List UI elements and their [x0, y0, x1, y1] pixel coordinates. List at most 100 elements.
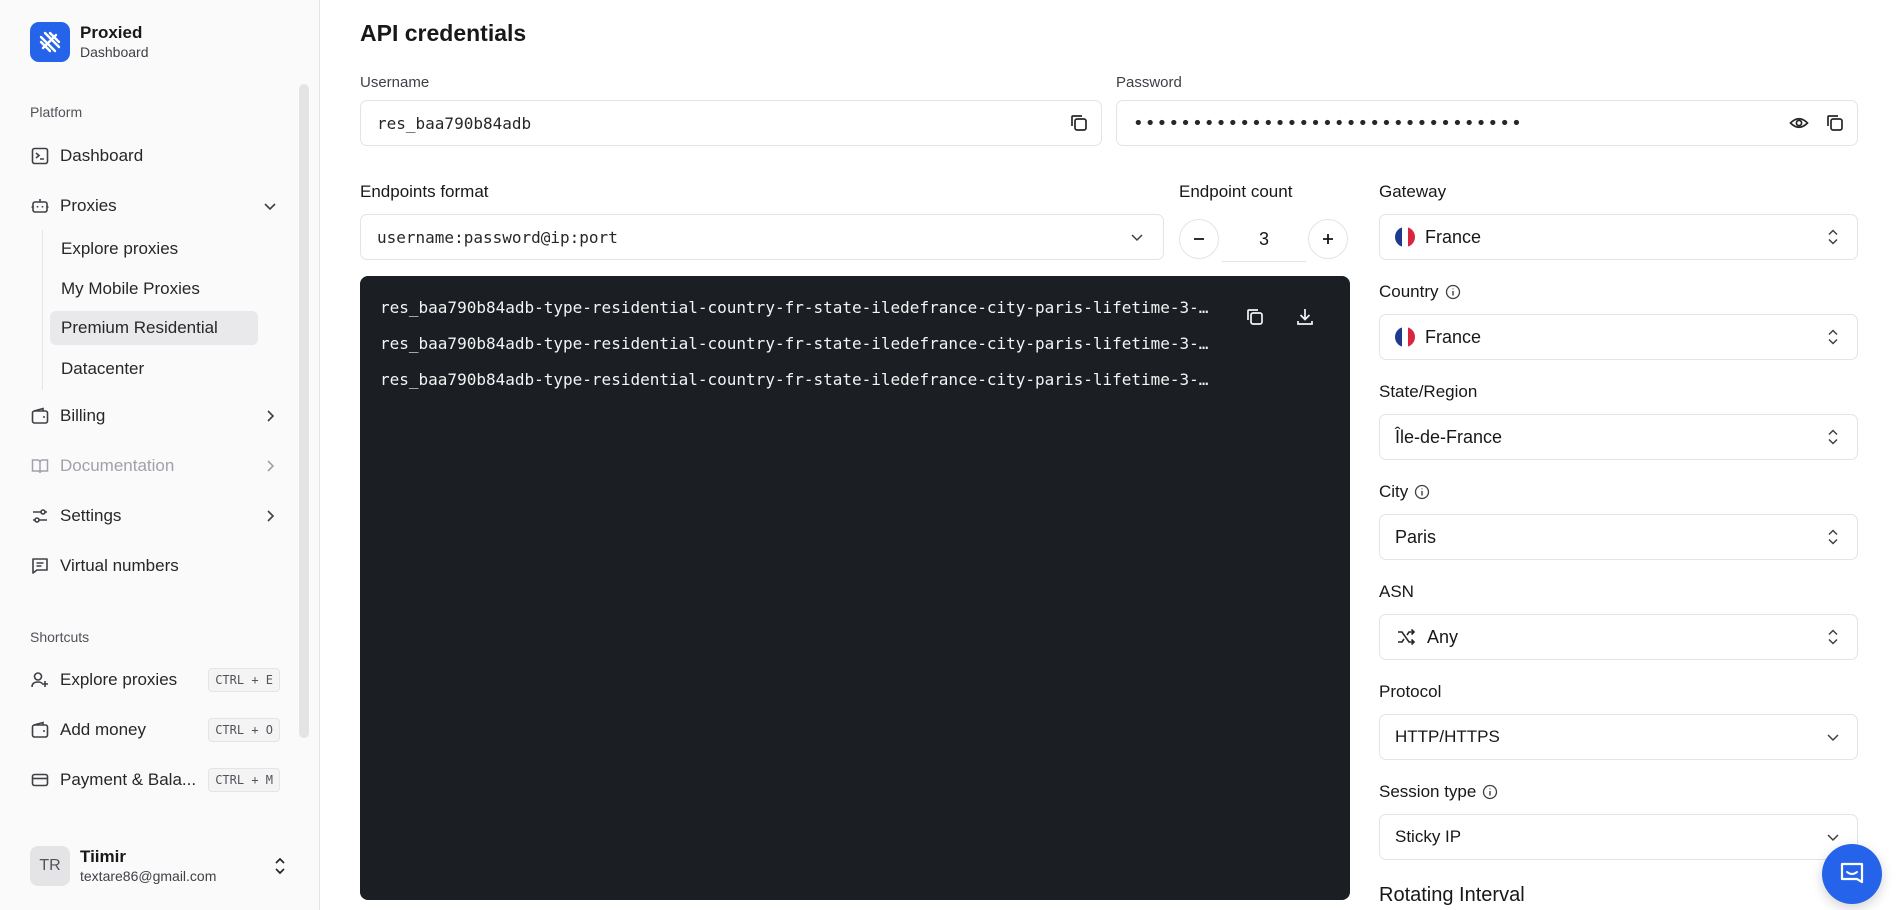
avatar: TR [30, 846, 70, 886]
keyboard-shortcut-badge: CTRL + O [208, 718, 280, 742]
sidebar-subitem-datacenter[interactable]: Datacenter [50, 352, 258, 386]
sidebar-item-label: Virtual numbers [60, 556, 179, 575]
city-label: City [1379, 482, 1430, 502]
plus-icon [1323, 234, 1333, 244]
sidebar-subitem-my-mobile-proxies[interactable]: My Mobile Proxies [50, 272, 258, 306]
copy-icon[interactable] [1823, 111, 1847, 135]
password-masked: ••••••••••••••••••••••••••••••••• [1133, 112, 1523, 134]
eye-icon[interactable] [1787, 111, 1811, 135]
shortcut-add-money[interactable]: Add money CTRL + O [30, 712, 280, 748]
shortcut-explore-proxies[interactable]: Explore proxies CTRL + E [30, 662, 280, 698]
sidebar-item-dashboard[interactable]: Dashboard [30, 138, 280, 174]
protocol-select[interactable]: HTTP/HTTPS [1379, 714, 1858, 760]
password-label: Password [1116, 74, 1182, 91]
city-value: Paris [1395, 526, 1437, 547]
username-field[interactable]: res_baa790b84adb [360, 100, 1102, 146]
endpoints-format-select[interactable]: username:password@ip:port [360, 214, 1164, 260]
chevron-right-icon [260, 506, 280, 526]
download-icon[interactable] [1290, 302, 1320, 332]
session-type-label-text: Session type [1379, 782, 1477, 801]
chevrons-up-down-icon [1823, 327, 1843, 347]
gateway-select[interactable]: France [1379, 214, 1858, 260]
protocol-value: HTTP/HTTPS [1395, 727, 1500, 746]
book-icon [30, 456, 50, 476]
copy-endpoints-icon[interactable] [1240, 302, 1270, 332]
endpoints-format-label: Endpoints format [360, 182, 489, 201]
bot-icon [30, 196, 50, 216]
shortcut-label: Explore proxies [60, 670, 178, 689]
endpoint-line: res_baa790b84adb-type-residential-countr… [380, 298, 1209, 317]
chevron-right-icon [260, 406, 280, 426]
state-region-select[interactable]: Île-de-France [1379, 414, 1858, 460]
endpoints-format-value: username:password@ip:port [377, 227, 618, 247]
asn-select[interactable]: Any [1379, 614, 1858, 660]
username-value: res_baa790b84adb [377, 113, 532, 133]
france-flag-icon [1395, 227, 1415, 247]
sidebar-item-label: Documentation [60, 456, 175, 475]
credit-card-icon [30, 770, 50, 790]
decrement-button[interactable] [1179, 219, 1219, 259]
brand-subtitle: Dashboard [80, 44, 149, 60]
wallet-icon [30, 720, 50, 740]
session-type-label: Session type [1379, 782, 1498, 802]
endpoint-count-input[interactable]: 3 [1222, 218, 1306, 262]
user-name: Tiimir [80, 847, 126, 866]
info-icon[interactable] [1414, 484, 1430, 500]
sidebar-subitem-premium-residential[interactable]: Premium Residential [50, 311, 258, 345]
asn-label: ASN [1379, 582, 1414, 601]
sidebar-scrollbar[interactable] [299, 84, 309, 738]
chevrons-up-down-icon [1823, 427, 1843, 447]
chevron-right-icon [260, 456, 280, 476]
chevrons-up-down-icon [1823, 527, 1843, 547]
sidebar-item-label: Billing [60, 406, 106, 425]
shortcut-payment-balance[interactable]: Payment & Bala... CTRL + M [30, 762, 280, 798]
proxied-logo-icon [30, 22, 70, 62]
rotating-interval-label: Rotating Interval [1379, 884, 1525, 906]
endpoints-output[interactable]: res_baa790b84adb-type-residential-countr… [360, 276, 1350, 900]
country-label-text: Country [1379, 282, 1439, 301]
shortcut-label: Payment & Bala... [60, 770, 197, 789]
city-select[interactable]: Paris [1379, 514, 1858, 560]
message-square-icon [30, 556, 50, 576]
shuffle-icon [1395, 626, 1417, 648]
sidebar-item-billing[interactable]: Billing [30, 398, 280, 434]
endpoint-line: res_baa790b84adb-type-residential-countr… [380, 334, 1209, 353]
page-title: API credentials [360, 20, 527, 46]
user-menu[interactable]: TR Tiimir textare86@gmail.com [30, 844, 290, 888]
chevron-down-icon [1125, 225, 1149, 249]
sidebar-item-label: Proxies [60, 196, 117, 215]
sidebar-item-virtual-numbers[interactable]: Virtual numbers [30, 548, 280, 584]
state-region-value: Île-de-France [1395, 426, 1503, 447]
sidebar-subitem-explore-proxies[interactable]: Explore proxies [50, 232, 258, 266]
info-icon[interactable] [1482, 784, 1498, 800]
chat-icon [1840, 862, 1864, 884]
increment-button[interactable] [1308, 219, 1348, 259]
session-type-select[interactable]: Sticky IP [1379, 814, 1858, 860]
sidebar-item-proxies[interactable]: Proxies [30, 188, 280, 224]
info-icon[interactable] [1445, 284, 1461, 300]
chevron-down-icon [1823, 727, 1843, 747]
wallet-icon [30, 406, 50, 426]
password-field[interactable]: ••••••••••••••••••••••••••••••••• [1116, 100, 1858, 146]
copy-icon[interactable] [1067, 111, 1091, 135]
user-plus-icon [30, 670, 50, 690]
shortcut-label: Add money [60, 720, 146, 739]
session-type-value: Sticky IP [1395, 827, 1462, 846]
sidebar-item-label: Dashboard [60, 146, 144, 165]
chevrons-up-down-icon [1823, 227, 1843, 247]
chevron-down-icon [260, 196, 280, 216]
city-label-text: City [1379, 482, 1409, 501]
support-chat-button[interactable] [1822, 844, 1882, 904]
sidebar-item-documentation[interactable]: Documentation [30, 448, 280, 484]
sliders-icon [30, 506, 50, 526]
country-select[interactable]: France [1379, 314, 1858, 360]
state-region-label: State/Region [1379, 382, 1478, 401]
shortcuts-section-label: Shortcuts [30, 629, 90, 645]
sidebar-item-settings[interactable]: Settings [30, 498, 280, 534]
brand[interactable]: Proxied Dashboard [30, 22, 149, 62]
endpoint-count-label: Endpoint count [1179, 182, 1293, 201]
chevrons-up-down-icon [270, 854, 290, 878]
minus-icon [1194, 238, 1204, 240]
keyboard-shortcut-badge: CTRL + E [208, 668, 280, 692]
dashboard-icon [30, 146, 50, 166]
